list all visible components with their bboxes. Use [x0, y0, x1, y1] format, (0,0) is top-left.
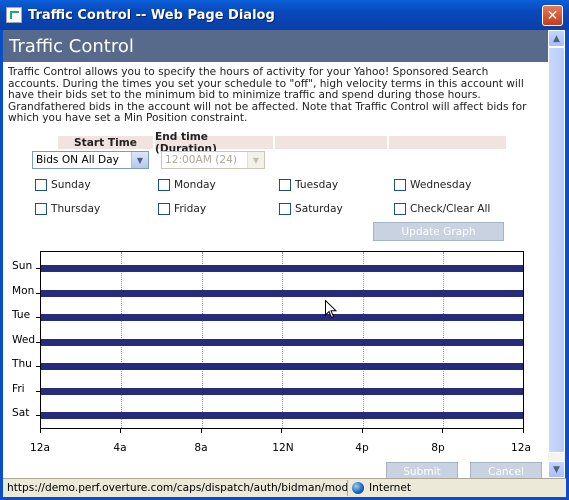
end-time-header: End time (Duration) [155, 131, 273, 155]
y-tick [36, 342, 40, 343]
table-header-empty-2 [389, 136, 506, 149]
status-bar: https://demo.perf.overture.com/caps/disp… [3, 478, 566, 497]
day-checkbox-sunday[interactable]: Sunday [35, 178, 91, 192]
day-checkbox-tuesday[interactable]: Tuesday [279, 178, 338, 192]
window-titlebar[interactable]: Traffic Control -- Web Page Dialog ✕ [0, 0, 569, 30]
y-tick [36, 293, 40, 294]
day-label: Saturday [295, 203, 343, 215]
day-label: Thursday [51, 203, 101, 215]
day-label: Friday [174, 203, 207, 215]
checkbox[interactable] [394, 179, 406, 191]
window-title: Traffic Control -- Web Page Dialog [28, 7, 275, 23]
start-time-header: Start Time [58, 136, 153, 149]
x-label-4p: 4p [355, 442, 369, 454]
x-label-8a: 8a [194, 442, 208, 454]
start-time-value: Bids ON All Day [36, 154, 119, 166]
y-label-tue: Tue [12, 309, 31, 321]
page-title: Traffic Control [3, 30, 548, 62]
scroll-up-button[interactable]: ▲ [548, 30, 565, 47]
day-checkbox-thursday[interactable]: Thursday [35, 202, 100, 216]
y-tick [36, 415, 40, 416]
x-tick [120, 429, 121, 433]
day-label: Wednesday [410, 179, 472, 191]
check-clear-all-label: Check/Clear All [410, 203, 491, 215]
day-checkbox-monday[interactable]: Monday [158, 178, 216, 192]
x-tick [442, 429, 443, 433]
schedule-bar-mon [41, 290, 523, 297]
x-tick [201, 429, 202, 433]
x-tick [40, 429, 41, 433]
checkbox[interactable] [279, 203, 291, 215]
close-button[interactable]: ✕ [542, 5, 563, 26]
checkbox[interactable] [35, 203, 47, 215]
y-tick [36, 317, 40, 318]
y-label-sun: Sun [12, 260, 33, 272]
schedule-bar-tue [41, 314, 523, 321]
x-label-12n: 12N [272, 442, 294, 454]
checkbox[interactable] [35, 179, 47, 191]
x-label-12a: 12a [30, 442, 50, 454]
checkbox[interactable] [158, 179, 170, 191]
page-description: Traffic Control allows you to specify th… [8, 66, 527, 125]
scroll-thumb[interactable] [548, 47, 565, 453]
schedule-graph [40, 251, 524, 429]
checkbox[interactable] [158, 203, 170, 215]
update-graph-button[interactable]: Update Graph [373, 222, 504, 241]
day-checkbox-wednesday[interactable]: Wednesday [394, 178, 471, 192]
x-tick [523, 429, 524, 433]
checkbox[interactable] [279, 179, 291, 191]
status-url: https://demo.perf.overture.com/caps/disp… [3, 480, 348, 496]
schedule-bar-thu [41, 363, 523, 370]
day-label: Monday [174, 179, 216, 191]
y-label-thu: Thu [12, 358, 32, 370]
end-time-select: 12:00AM (24) ▼ [161, 151, 265, 169]
y-label-sat: Sat [12, 407, 30, 419]
start-time-select[interactable]: Bids ON All Day ▼ [32, 151, 149, 169]
day-checkbox-friday[interactable]: Friday [158, 202, 206, 216]
y-tick [36, 366, 40, 367]
mouse-cursor-icon [325, 300, 337, 319]
vertical-scrollbar[interactable]: ▲ ▼ [548, 30, 565, 478]
chevron-up-icon: ▲ [553, 33, 560, 44]
y-label-mon: Mon [12, 285, 35, 297]
close-icon: ✕ [546, 7, 559, 24]
checkbox[interactable] [394, 203, 406, 215]
y-label-wed: Wed [12, 334, 36, 346]
scroll-down-button[interactable]: ▼ [548, 461, 565, 478]
x-tick [281, 429, 282, 433]
y-tick [36, 391, 40, 392]
day-checkbox-saturday[interactable]: Saturday [279, 202, 343, 216]
x-label-12a-end: 12a [511, 442, 531, 454]
schedule-bar-sun [41, 265, 523, 272]
end-time-value: 12:00AM (24) [165, 154, 238, 166]
day-label: Sunday [51, 179, 91, 191]
check-clear-all[interactable]: Check/Clear All [394, 202, 490, 216]
day-label: Tuesday [295, 179, 339, 191]
x-label-4a: 4a [113, 442, 127, 454]
chevron-down-icon: ▼ [553, 464, 560, 475]
dialog-app-icon [6, 7, 22, 23]
schedule-bar-fri [41, 388, 523, 395]
schedule-bar-sat [41, 412, 523, 419]
submit-button[interactable]: Submit [386, 462, 458, 478]
table-header-empty-1 [275, 136, 387, 149]
chevron-down-icon: ▼ [131, 152, 148, 168]
security-zone: Internet [369, 482, 412, 494]
y-tick [36, 268, 40, 269]
dialog-content: Traffic Control Traffic Control allows y… [3, 30, 548, 478]
cancel-button[interactable]: Cancel [470, 462, 542, 478]
x-label-8p: 8p [431, 442, 445, 454]
y-label-fri: Fri [12, 383, 25, 395]
globe-icon [352, 482, 364, 494]
schedule-bar-wed [41, 339, 523, 346]
chevron-down-icon: ▼ [247, 152, 264, 168]
x-tick [362, 429, 363, 433]
